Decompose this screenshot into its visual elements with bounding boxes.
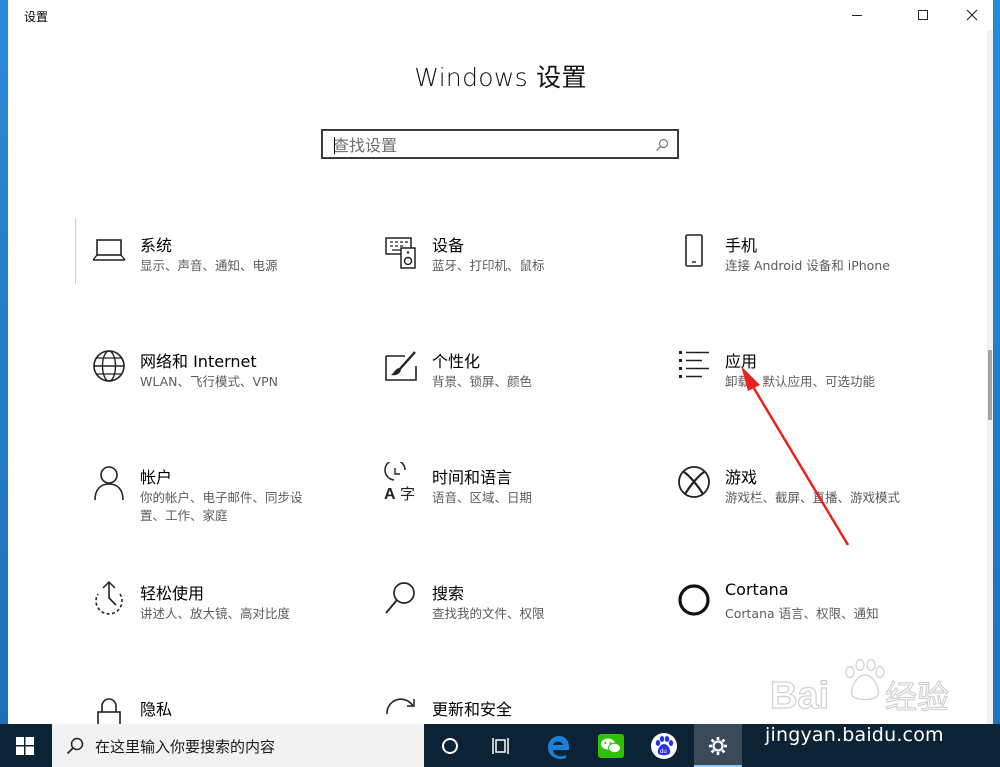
- settings-button[interactable]: [694, 724, 742, 767]
- settings-gear-icon: [709, 736, 727, 755]
- baidu-icon: du: [651, 732, 677, 759]
- minimize-button[interactable]: [834, 0, 880, 30]
- tile-description: 背景、锁屏、颜色: [432, 374, 533, 389]
- minimize-icon: [852, 15, 862, 16]
- tile-accounts[interactable]: 帐户 你的帐户、电子邮件、同步设置、工作、家庭: [85, 458, 355, 548]
- cortana-ring-icon: [670, 574, 718, 622]
- edge-button[interactable]: [534, 724, 582, 767]
- apps-list-icon: [670, 342, 718, 390]
- tile-description: 语音、区域、日期: [432, 490, 533, 505]
- tile-title: 系统: [140, 236, 173, 255]
- xbox-icon: [670, 458, 718, 506]
- settings-window: 设置 Windows 设置 系统 显示、声音、通知、电源 设备 蓝牙: [8, 0, 993, 724]
- tile-description: 游戏栏、截屏、直播、游戏模式: [725, 490, 901, 505]
- search-icon: [66, 737, 84, 755]
- task-view-icon: [492, 737, 509, 754]
- tile-personalization[interactable]: 个性化 背景、锁屏、颜色: [377, 342, 647, 432]
- magnifier-icon: [377, 574, 425, 622]
- tile-title: 应用: [725, 352, 758, 371]
- page-title: Windows 设置: [414, 63, 587, 92]
- paint-brush-icon: [377, 342, 425, 390]
- person-icon: [85, 458, 133, 506]
- tile-title: 设备: [432, 236, 465, 255]
- wechat-icon: [598, 733, 624, 758]
- cortana-circle-icon: [442, 737, 458, 754]
- search-icon[interactable]: [655, 138, 669, 152]
- sync-icon: [377, 690, 425, 724]
- close-button[interactable]: [949, 0, 993, 30]
- search-input[interactable]: [333, 134, 643, 156]
- focus-indicator: [75, 218, 76, 284]
- tile-description: 查找我的文件、权限: [432, 606, 545, 621]
- window-title: 设置: [24, 10, 49, 24]
- tile-description: 你的帐户、电子邮件、同步设置、工作、家庭: [140, 490, 303, 523]
- baidu-button[interactable]: du: [640, 724, 688, 767]
- desktop-background-left: [0, 0, 8, 724]
- tile-title: 时间和语言: [432, 468, 513, 487]
- laptop-icon: [85, 226, 133, 274]
- tile-title: 网络和 Internet: [140, 352, 257, 371]
- taskbar-search-text: 在这里输入你要搜索的内容: [95, 738, 276, 756]
- tile-gaming[interactable]: 游戏 游戏栏、截屏、直播、游戏模式: [670, 458, 940, 548]
- tile-description: WLAN、飞行模式、VPN: [140, 374, 278, 389]
- tile-description: 蓝牙、打印机、鼠标: [432, 258, 545, 273]
- tile-description: 显示、声音、通知、电源: [140, 258, 278, 273]
- tile-devices[interactable]: 设备 蓝牙、打印机、鼠标: [377, 226, 647, 316]
- watermark-url: jingyan.baidu.com: [765, 724, 944, 746]
- tile-ease-of-access[interactable]: 轻松使用 讲述人、放大镜、高对比度: [85, 574, 355, 664]
- tile-cortana[interactable]: Cortana Cortana 语言、权限、通知: [670, 574, 940, 664]
- keyboard-speaker-icon: [377, 226, 425, 274]
- svg-text:du: du: [660, 749, 667, 755]
- tile-title: 游戏: [725, 468, 758, 487]
- tile-title: 搜索: [432, 584, 465, 603]
- taskbar-search-box[interactable]: 在这里输入你要搜索的内容: [52, 724, 424, 767]
- tile-title: 隐私: [140, 700, 173, 719]
- globe-icon: [85, 342, 133, 390]
- ease-of-access-icon: [85, 574, 133, 622]
- edge-icon: [548, 735, 569, 759]
- lock-icon: [85, 690, 133, 724]
- tile-title: 轻松使用: [140, 584, 205, 603]
- start-button[interactable]: [0, 724, 50, 767]
- tile-phone[interactable]: 手机 连接 Android 设备和 iPhone: [670, 226, 940, 316]
- tile-time-language[interactable]: A字 时间和语言 语音、区域、日期: [377, 458, 647, 548]
- tile-title: 个性化: [432, 352, 481, 371]
- title-bar[interactable]: 设置: [8, 0, 993, 30]
- tile-description: Cortana 语言、权限、通知: [725, 606, 879, 621]
- phone-icon: [670, 226, 718, 274]
- tile-title: 手机: [725, 236, 758, 255]
- wechat-button[interactable]: [587, 724, 635, 767]
- cortana-button[interactable]: [426, 724, 474, 767]
- tile-search[interactable]: 搜索 查找我的文件、权限: [377, 574, 647, 664]
- close-icon: [966, 9, 978, 21]
- maximize-button[interactable]: [900, 0, 946, 30]
- tile-update-security[interactable]: 更新和安全: [377, 690, 647, 724]
- scrollbar[interactable]: [987, 30, 993, 724]
- svg-text:字: 字: [400, 485, 415, 502]
- maximize-icon: [918, 10, 928, 20]
- task-view-button[interactable]: [478, 724, 526, 767]
- windows-start-icon: [16, 736, 34, 755]
- tile-privacy[interactable]: 隐私: [85, 690, 355, 724]
- tile-apps[interactable]: 应用 卸载、默认应用、可选功能: [670, 342, 940, 432]
- search-box[interactable]: [321, 129, 679, 159]
- scrollbar-thumb[interactable]: [988, 350, 992, 420]
- desktop-background-right: [992, 0, 1000, 724]
- time-language-icon: A字: [377, 458, 425, 506]
- tile-description: 连接 Android 设备和 iPhone: [725, 258, 890, 273]
- text-caret: [334, 137, 335, 154]
- tile-description: 讲述人、放大镜、高对比度: [140, 606, 291, 621]
- tile-title: 帐户: [140, 468, 173, 487]
- tile-network[interactable]: 网络和 Internet WLAN、飞行模式、VPN: [85, 342, 355, 432]
- tile-title: 更新和安全: [432, 700, 513, 719]
- tile-system[interactable]: 系统 显示、声音、通知、电源: [85, 226, 355, 316]
- tile-description: 卸载、默认应用、可选功能: [725, 374, 876, 389]
- svg-text:A: A: [384, 486, 396, 502]
- tile-title: Cortana: [725, 580, 789, 599]
